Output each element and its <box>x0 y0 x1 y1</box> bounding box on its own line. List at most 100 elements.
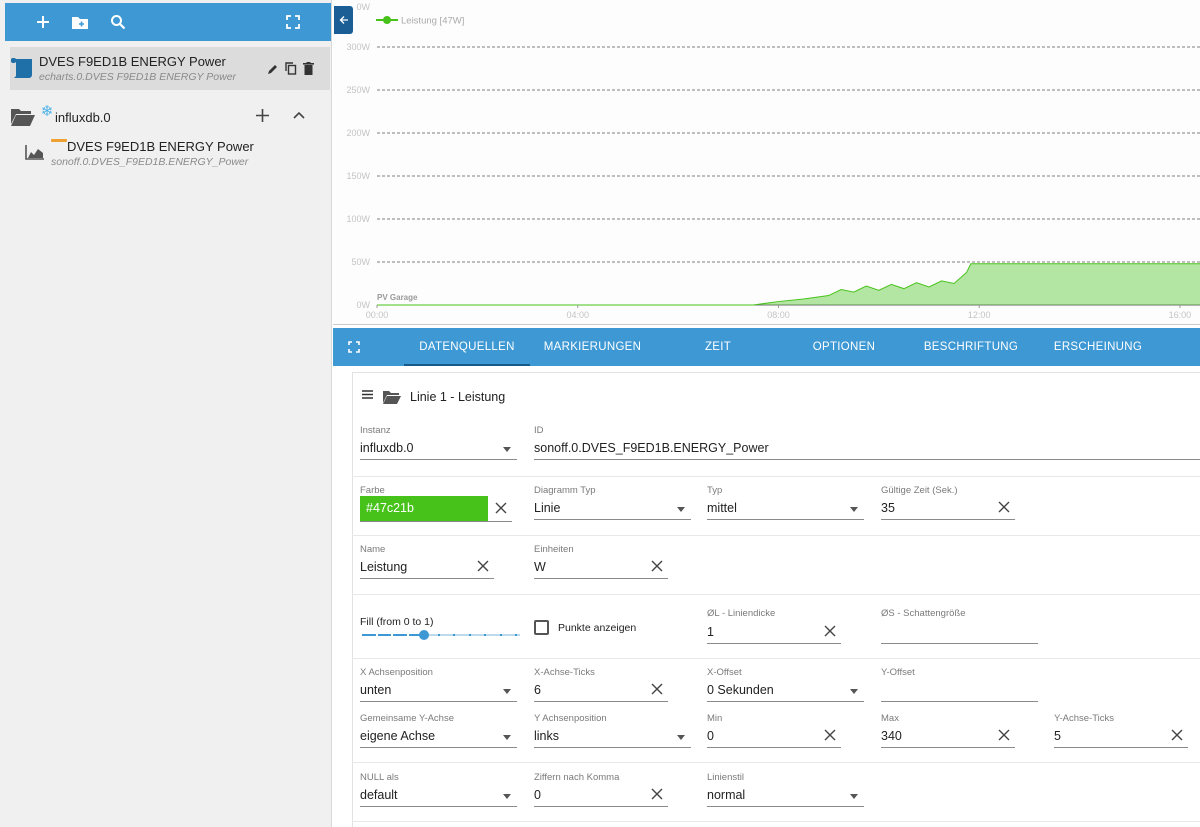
clear-icon[interactable] <box>1170 728 1184 742</box>
y-achse-ticks-input[interactable]: 5 <box>1054 726 1188 748</box>
chart-item-title: DVES F9ED1B ENERGY Power <box>39 54 226 69</box>
x-offset-label: X-Offset <box>707 667 742 678</box>
tab-zeit[interactable]: ZEIT <box>655 328 781 366</box>
arrow-left-icon <box>339 16 348 24</box>
dropdown-arrow-icon <box>850 689 858 694</box>
instance-folder[interactable]: ❄ influxdb.0 <box>10 102 330 132</box>
clear-icon[interactable] <box>650 559 664 573</box>
dropdown-arrow-icon <box>503 735 511 740</box>
schatten-input[interactable] <box>881 622 1038 644</box>
null-als-label: NULL als <box>360 772 399 783</box>
clear-icon[interactable] <box>823 624 837 638</box>
slider-tick <box>437 634 440 636</box>
folder-open-icon <box>10 106 36 128</box>
instance-folder-label: influxdb.0 <box>55 110 111 125</box>
max-input[interactable]: 340 <box>881 726 1015 748</box>
max-label: Max <box>881 713 899 724</box>
datapoint-title: DVES F9ED1B ENERGY Power <box>67 139 254 154</box>
add-to-folder-button[interactable] <box>254 107 270 123</box>
instanz-select[interactable]: influxdb.0 <box>360 438 517 460</box>
divider <box>352 535 1200 536</box>
legend-text: Leistung [47W] <box>401 16 464 27</box>
copy-icon[interactable] <box>284 62 297 75</box>
clear-icon[interactable] <box>823 728 837 742</box>
scroll-chart-icon <box>10 55 36 81</box>
id-field[interactable]: sonoff.0.DVES_F9ED1B.ENERGY_Power <box>534 438 1200 460</box>
color-swatch[interactable]: #47c21b <box>360 496 488 521</box>
gemeinsame-y-value: eigene Achse <box>360 729 436 743</box>
chart-y-tick-label: 100W <box>346 214 370 224</box>
clear-icon[interactable] <box>997 500 1011 514</box>
chart-list-item-selected[interactable]: DVES F9ED1B ENERGY Power echarts.0.DVES … <box>10 47 330 90</box>
tab-erscheinung[interactable]: ERSCHEINUNG <box>1035 328 1161 366</box>
linienstil-select[interactable]: normal <box>707 785 864 807</box>
divider <box>352 594 1200 595</box>
fullscreen-toggle-button[interactable] <box>341 328 367 366</box>
gemeinsame-y-select[interactable]: eigene Achse <box>360 726 517 748</box>
y-offset-input[interactable] <box>881 680 1038 702</box>
x-offset-select[interactable]: 0 Sekunden <box>707 680 864 702</box>
chart-legend[interactable]: Leistung [47W] <box>376 16 464 27</box>
tab-markierungen[interactable]: MARKIERUNGEN <box>530 328 655 366</box>
y-achsenposition-select[interactable]: links <box>534 726 691 748</box>
linienstil-label: Linienstil <box>707 772 744 783</box>
name-input[interactable]: Leistung <box>360 557 494 579</box>
slider-tick <box>453 634 455 636</box>
null-als-select[interactable]: default <box>360 785 517 807</box>
slider-thumb[interactable] <box>419 630 429 640</box>
x-achse-ticks-value: 6 <box>534 683 541 697</box>
ziffern-value: 0 <box>534 788 541 802</box>
gueltige-zeit-input[interactable]: 35 <box>881 498 1015 520</box>
clear-icon[interactable] <box>476 559 490 573</box>
toggle-sidebar-button[interactable] <box>334 6 353 34</box>
expand-all-button[interactable] <box>281 10 305 34</box>
folder-open-icon[interactable] <box>381 389 403 405</box>
delete-icon[interactable] <box>302 62 315 75</box>
dropdown-arrow-icon <box>677 507 685 512</box>
ziffern-input[interactable]: 0 <box>534 785 668 807</box>
area-chart-icon <box>24 143 46 161</box>
punkte-checkbox[interactable] <box>534 620 549 635</box>
dropdown-arrow-icon <box>850 794 858 799</box>
chart-x-tick-label: 16:00 <box>1169 310 1192 320</box>
x-achse-ticks-input[interactable]: 6 <box>534 680 668 702</box>
name-label: Name <box>360 544 386 555</box>
gueltige-zeit-label: Gültige Zeit (Sek.) <box>881 485 958 496</box>
slider-tick <box>484 634 486 636</box>
search-button[interactable] <box>106 10 130 34</box>
drag-handle-icon[interactable] <box>361 389 373 399</box>
add-folder-button[interactable] <box>68 10 92 34</box>
max-value: 340 <box>881 729 902 743</box>
clear-icon[interactable] <box>997 728 1011 742</box>
edit-icon[interactable] <box>266 62 279 75</box>
tab-datenquellen[interactable]: DATENQUELLEN <box>404 328 530 366</box>
fill-slider[interactable] <box>360 628 520 642</box>
dropdown-arrow-icon <box>503 689 511 694</box>
x-achsenposition-select[interactable]: unten <box>360 680 517 702</box>
einheiten-value: W <box>534 560 546 574</box>
slider-tick <box>375 634 378 636</box>
y-achsenposition-value: links <box>534 729 560 743</box>
clear-icon[interactable] <box>494 501 508 515</box>
collapse-folder-button[interactable] <box>291 108 307 122</box>
clear-icon[interactable] <box>650 787 664 801</box>
min-input[interactable]: 0 <box>707 726 841 748</box>
chart-series-label: PV Garage <box>377 293 418 302</box>
einheiten-input[interactable]: W <box>534 557 668 579</box>
chart-svg: 00:00 04:00 08:00 12:00 16:00 0W 50W 100W 150W 2… <box>346 2 1200 320</box>
color-field[interactable]: #47c21b <box>360 496 512 522</box>
tab-beschriftung[interactable]: BESCHRIFTUNG <box>907 328 1035 366</box>
datapoint-list-item[interactable]: DVES F9ED1B ENERGY Power sonoff.0.DVES_F… <box>24 135 324 173</box>
slider-tick <box>515 634 517 636</box>
typ-select[interactable]: mittel <box>707 498 864 520</box>
add-chart-button[interactable] <box>31 10 55 34</box>
sidebar: DVES F9ED1B ENERGY Power echarts.0.DVES … <box>0 0 332 827</box>
liniendicke-input[interactable]: 1 <box>707 622 841 644</box>
clear-icon[interactable] <box>650 682 664 696</box>
plus-icon <box>37 16 49 28</box>
chart-x-tick-label: 12:00 <box>968 310 991 320</box>
slider-tick <box>360 634 362 636</box>
tab-optionen[interactable]: OPTIONEN <box>781 328 907 366</box>
diagramm-typ-select[interactable]: Linie <box>534 498 691 520</box>
create-folder-icon <box>72 16 88 29</box>
